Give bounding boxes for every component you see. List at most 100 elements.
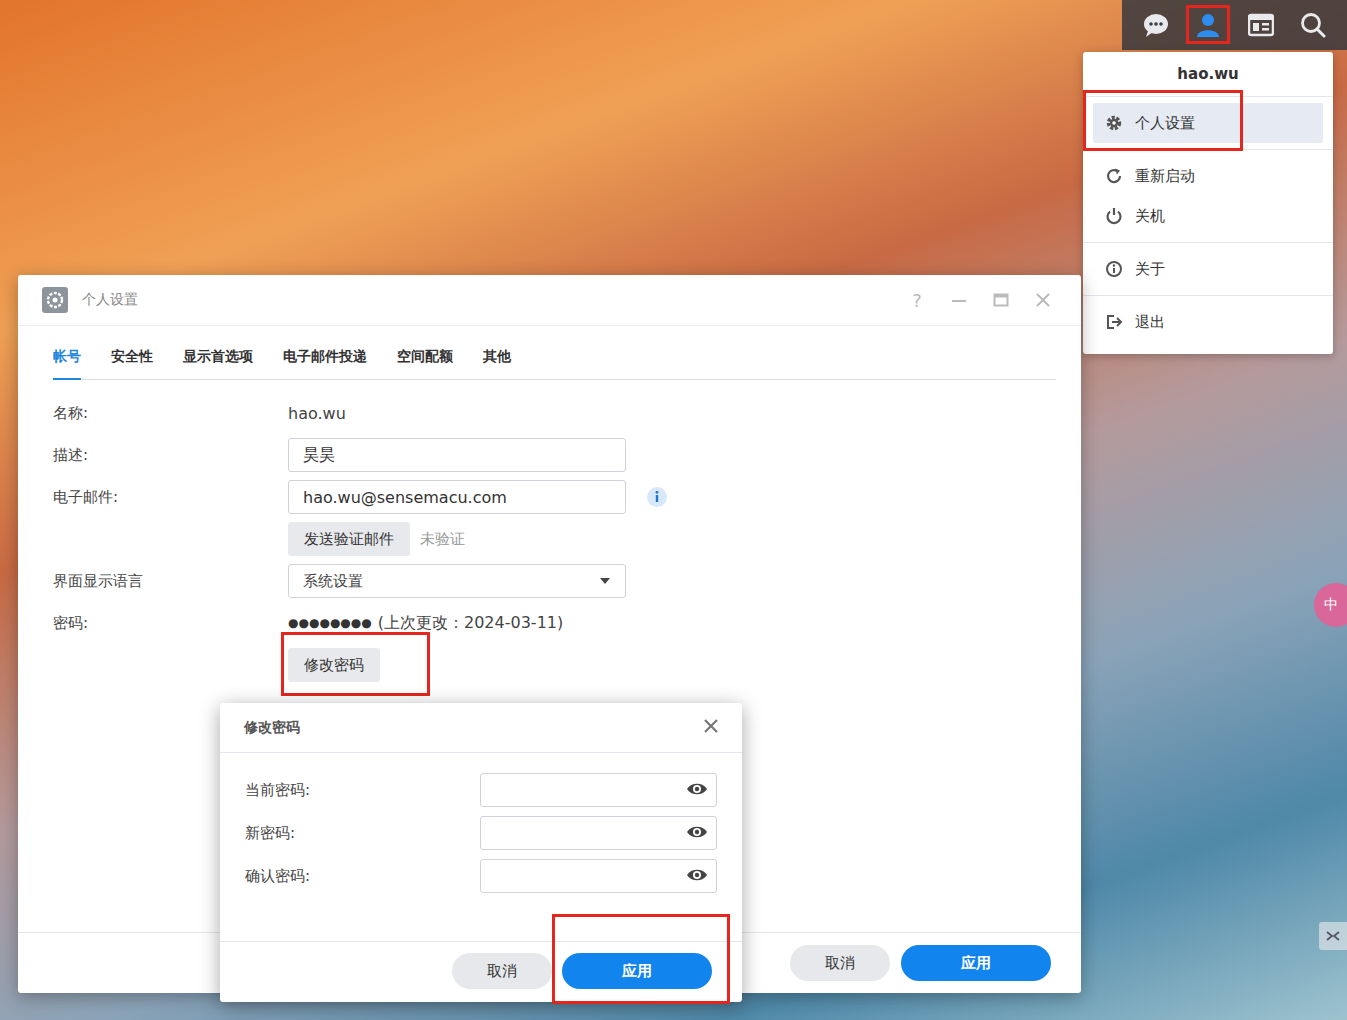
eye-icon	[686, 825, 708, 839]
close-button[interactable]	[1029, 292, 1057, 308]
menu-item[interactable]: 关于	[1093, 249, 1323, 289]
show-password-button[interactable]	[686, 824, 708, 843]
menu-item[interactable]: 退出	[1093, 302, 1323, 342]
menu-item-label[interactable]: 重新启动	[1135, 167, 1195, 186]
password-field[interactable]	[480, 816, 717, 850]
tab[interactable]: 帐号	[53, 348, 81, 380]
form-row: 电子邮件:	[53, 480, 1046, 514]
form-button[interactable]: 修改密码	[288, 648, 380, 682]
menu-item[interactable]: 关机	[1093, 196, 1323, 236]
language-select[interactable]: 系统设置	[288, 564, 626, 598]
value-cell	[288, 438, 1046, 472]
eye-icon	[686, 782, 708, 796]
password-note: (上次更改：2024-03-11)	[378, 613, 563, 634]
user-icon	[1195, 12, 1221, 38]
menu-item-label[interactable]: 关机	[1135, 207, 1165, 226]
tab[interactable]: 空间配额	[397, 348, 453, 380]
field-value: hao.wu	[288, 404, 346, 423]
widgets-button[interactable]	[1239, 3, 1283, 47]
tab[interactable]: 其他	[483, 348, 511, 380]
chat-button[interactable]	[1134, 3, 1178, 47]
password-row: 当前密码:	[245, 773, 717, 807]
help-button[interactable]: ?	[903, 290, 931, 311]
text-input[interactable]	[288, 480, 626, 514]
title-bar[interactable]: 个人设置?	[18, 275, 1081, 326]
secondary-button[interactable]: 取消	[790, 945, 890, 981]
tab[interactable]: 安全性	[111, 348, 153, 380]
dialog-body: 当前密码:新密码:确认密码:	[220, 753, 742, 941]
show-password-button[interactable]	[686, 781, 708, 800]
field-label: 当前密码:	[245, 781, 480, 800]
password-input[interactable]	[491, 780, 686, 800]
show-password-button[interactable]	[686, 867, 708, 886]
restart-icon	[1105, 167, 1123, 185]
value-cell: 发送验证邮件未验证	[288, 522, 1046, 556]
info-icon	[1105, 260, 1123, 278]
password-input[interactable]	[491, 866, 686, 886]
value-cell: ●●●●●●●● (上次更改：2024-03-11)	[288, 613, 1046, 634]
menu-item[interactable]: 个人设置	[1093, 103, 1323, 143]
form-row: 修改密码	[53, 648, 1046, 682]
dropdown-arrow-icon	[599, 577, 611, 585]
search-button[interactable]	[1291, 3, 1335, 47]
menu-item-label[interactable]: 退出	[1135, 313, 1165, 332]
menu-group: 重新启动关机	[1083, 150, 1333, 243]
dialog-close-button[interactable]	[704, 718, 718, 737]
password-field[interactable]	[480, 859, 717, 893]
field-label: 电子邮件:	[53, 488, 288, 507]
ime-label[interactable]: 中	[1324, 596, 1338, 614]
highlight-box	[281, 632, 430, 696]
primary-button[interactable]: 应用	[901, 945, 1051, 981]
form-row: 发送验证邮件未验证	[53, 522, 1046, 556]
password-input[interactable]	[491, 823, 686, 843]
value-cell: 修改密码	[288, 648, 1046, 682]
primary-button[interactable]: 应用	[562, 953, 712, 989]
chat-icon	[1143, 12, 1169, 38]
field-label: 界面显示语言	[53, 572, 288, 591]
highlight-box	[1186, 5, 1230, 44]
eye-icon	[686, 868, 708, 882]
widgets-icon	[1248, 12, 1274, 38]
close-icon	[1035, 292, 1051, 308]
menu-group: 个人设置	[1083, 97, 1333, 150]
tab[interactable]: 显示首选项	[183, 348, 253, 380]
menu-group: 关于	[1083, 243, 1333, 296]
secondary-button[interactable]: 取消	[452, 953, 552, 989]
minimize-button[interactable]	[945, 292, 973, 308]
password-mask: ●●●●●●●●	[288, 616, 372, 630]
menu-item-label[interactable]: 个人设置	[1135, 114, 1195, 133]
taskbar	[1122, 0, 1347, 50]
dialog-header: 修改密码	[220, 703, 742, 753]
tab[interactable]: 电子邮件投递	[283, 348, 367, 380]
minimize-icon	[951, 292, 967, 308]
user-button[interactable]	[1186, 3, 1230, 47]
field-label: 密码:	[53, 614, 288, 633]
dialog-footer: 取消应用	[220, 941, 742, 1002]
ime-badge[interactable]: 中	[1314, 583, 1347, 627]
password-row: 新密码:	[245, 816, 717, 850]
change-password-dialog: 修改密码当前密码:新密码:确认密码:取消应用	[220, 703, 742, 1002]
power-icon	[1105, 207, 1123, 225]
menu-header: hao.wu	[1083, 52, 1333, 97]
value-cell: hao.wu	[288, 404, 1046, 423]
form-row: 界面显示语言系统设置	[53, 564, 1046, 598]
select-value: 系统设置	[303, 572, 363, 591]
form-row: 密码:●●●●●●●● (上次更改：2024-03-11)	[53, 606, 1046, 640]
info-icon	[646, 486, 668, 508]
menu-item-label[interactable]: 关于	[1135, 260, 1165, 279]
menu-item[interactable]: 重新启动	[1093, 156, 1323, 196]
text-input[interactable]	[288, 438, 626, 472]
form-button[interactable]: 发送验证邮件	[288, 522, 410, 556]
field-label: 新密码:	[245, 824, 480, 843]
side-panel-button[interactable]	[1319, 922, 1347, 950]
maximize-button[interactable]	[987, 292, 1015, 308]
maximize-icon	[993, 292, 1009, 308]
value-cell: 系统设置	[288, 564, 1046, 598]
username: hao.wu	[1177, 65, 1238, 83]
tab-bar: 帐号安全性显示首选项电子邮件投递空间配额其他	[53, 326, 1056, 380]
collapse-icon	[1325, 930, 1341, 942]
status-text: 未验证	[420, 530, 465, 549]
menu-group: 退出	[1083, 296, 1333, 348]
logout-icon	[1105, 313, 1123, 331]
password-field[interactable]	[480, 773, 717, 807]
